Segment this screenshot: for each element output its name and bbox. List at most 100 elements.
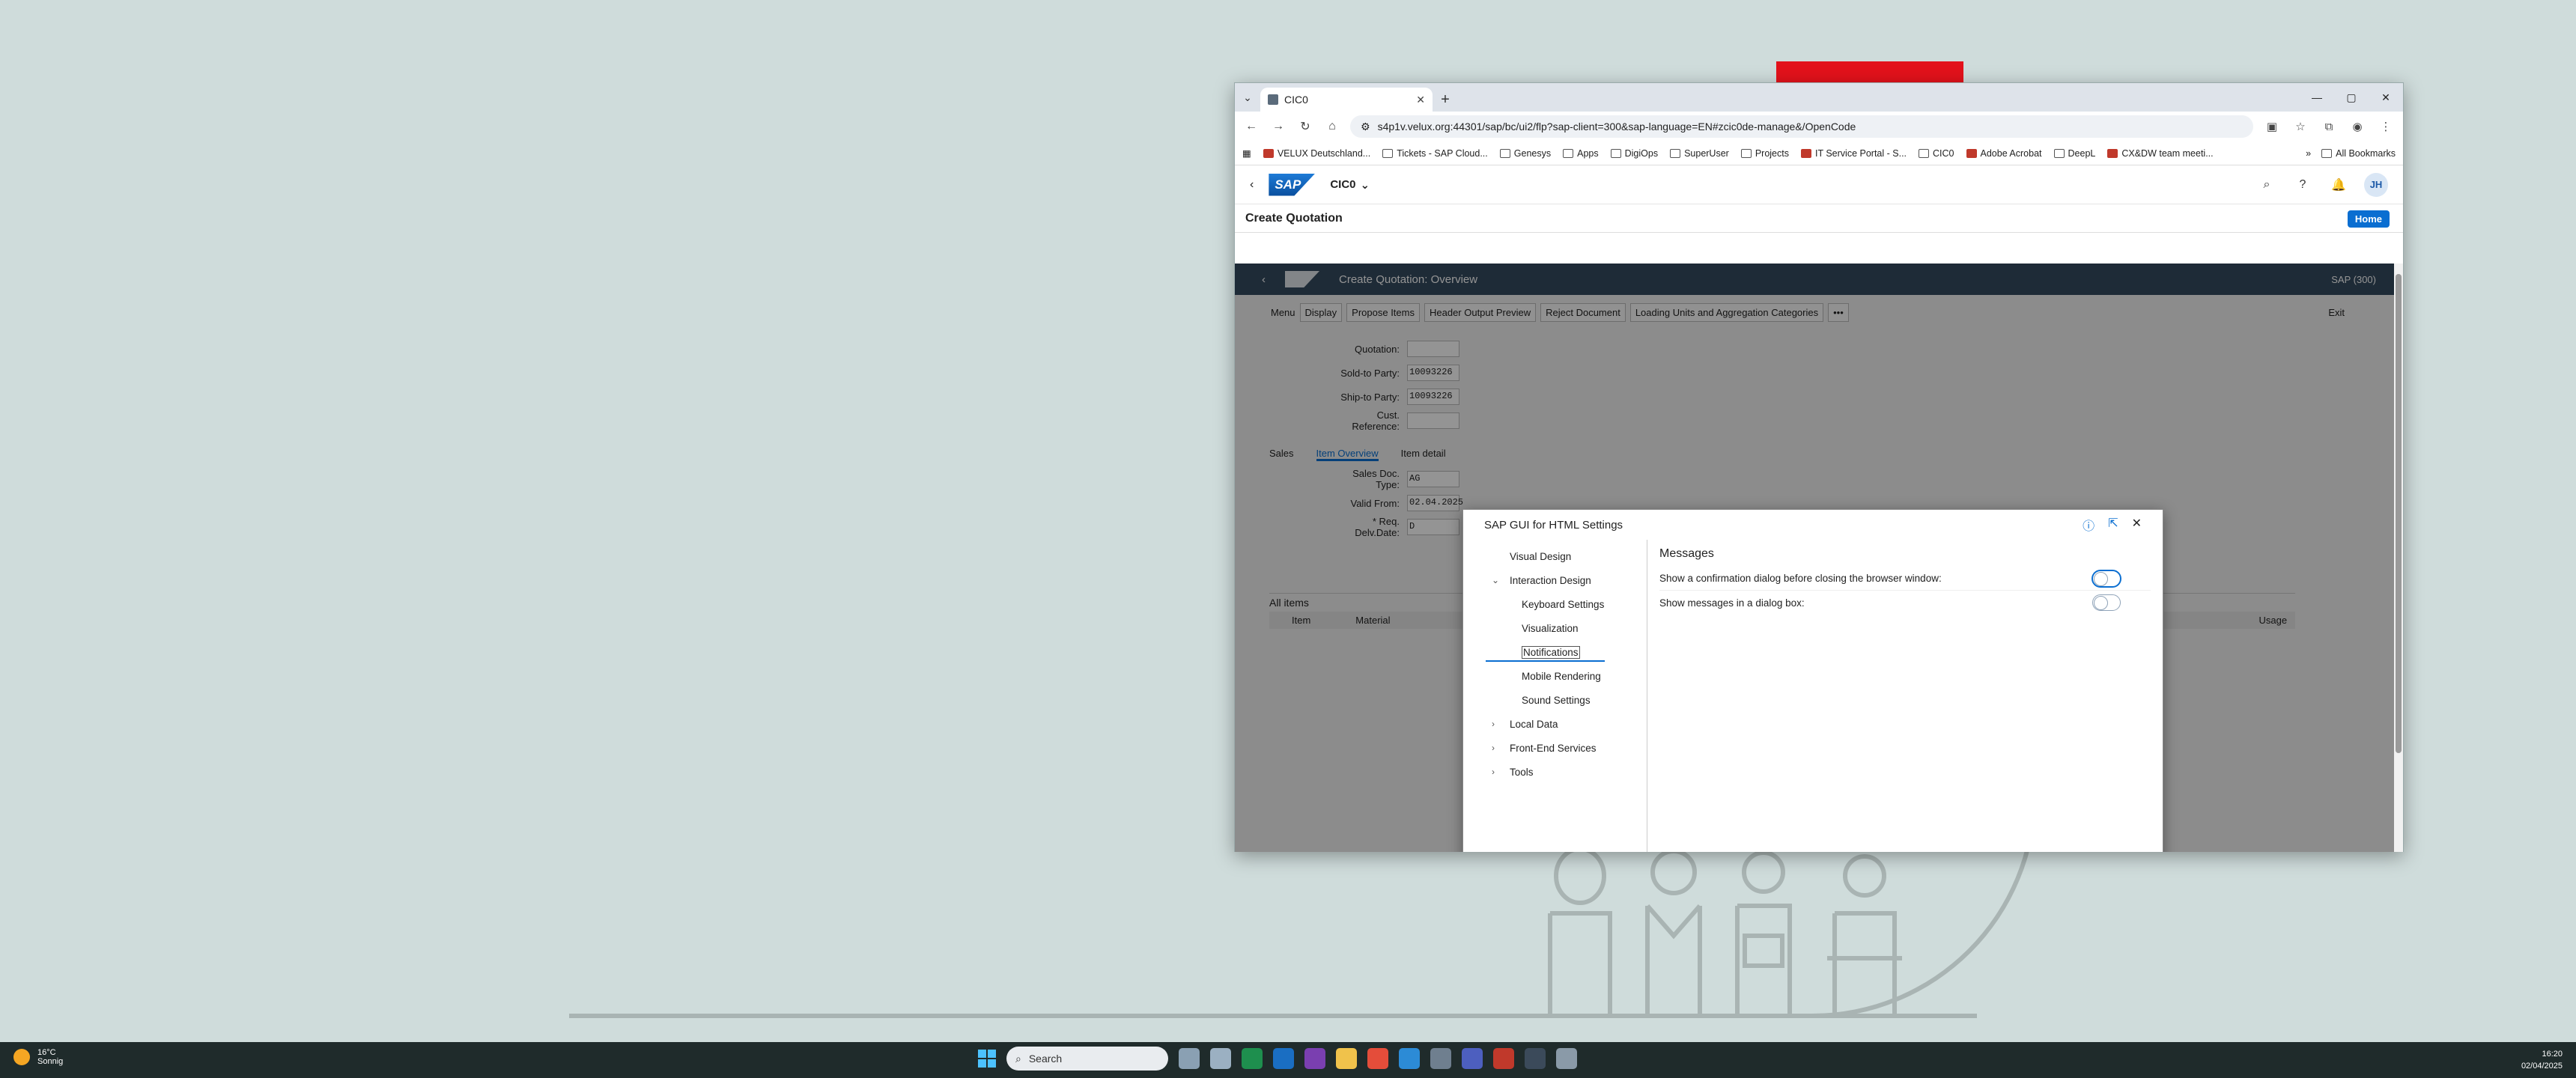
browser-tab[interactable]: CIC0 ✕ xyxy=(1260,88,1433,112)
scrollbar-thumb[interactable] xyxy=(2396,274,2402,753)
task-view-icon[interactable] xyxy=(1179,1048,1200,1069)
nav-interaction-design[interactable]: ⌄ Interaction Design xyxy=(1463,568,1647,592)
avatar[interactable]: JH xyxy=(2364,172,2388,197)
settings-dialog: SAP GUI for HTML Settings ⓘ ⇱ ✕ Visual D… xyxy=(1462,509,2163,852)
profile-icon[interactable]: ◉ xyxy=(2348,120,2367,133)
nav-front-end-services[interactable]: › Front-End Services xyxy=(1463,736,1647,760)
tab-bar: ⌄ CIC0 ✕ + — ▢ ✕ xyxy=(1235,83,2403,112)
tab-search-icon[interactable]: ⌄ xyxy=(1235,83,1260,112)
url-field[interactable]: ⚙ s4p1v.velux.org:44301/sap/bc/ui2/flp?s… xyxy=(1350,115,2253,138)
wallpaper-people-illustration xyxy=(1548,847,1902,1018)
app-icon[interactable] xyxy=(1210,1048,1231,1069)
app-title-menu[interactable]: CIC0 ⌄ xyxy=(1330,178,1370,192)
chevron-right-icon[interactable]: › xyxy=(1492,767,1495,777)
bookmark-icon xyxy=(1800,148,1811,158)
help-icon[interactable]: ? xyxy=(2292,178,2313,192)
sap-logo[interactable]: SAP xyxy=(1269,173,1316,196)
bookmark-folder[interactable]: SuperUser xyxy=(1670,148,1729,159)
bookmark-folder[interactable]: Genesys xyxy=(1499,148,1551,159)
bookmarks-bar: ▦ VELUX Deutschland... Tickets - SAP Clo… xyxy=(1235,141,2403,165)
folder-icon xyxy=(1740,148,1752,158)
extensions-icon[interactable]: ⧉ xyxy=(2319,121,2339,133)
app-icon[interactable] xyxy=(1430,1048,1451,1069)
nav-notifications[interactable]: Notifications xyxy=(1463,640,1647,664)
home-button[interactable]: Home xyxy=(2347,210,2390,228)
back-icon[interactable]: ← xyxy=(1242,120,1260,133)
window-controls: — ▢ ✕ xyxy=(2300,83,2403,112)
bookmark-item[interactable]: CX&DW team meeti... xyxy=(2107,148,2214,159)
nav-visualization[interactable]: Visualization xyxy=(1463,616,1647,640)
chrome-icon[interactable] xyxy=(1367,1048,1388,1069)
tab-title: CIC0 xyxy=(1284,94,1308,106)
bookmark-item[interactable]: Adobe Acrobat xyxy=(1966,148,2042,159)
notifications-bell-icon[interactable]: 🔔 xyxy=(2328,177,2349,192)
nav-visual-design[interactable]: Visual Design xyxy=(1463,544,1647,568)
folder-icon xyxy=(1670,148,1681,158)
weather-condition: Sonnig xyxy=(37,1057,64,1066)
weather-widget[interactable]: 16°C Sonnig xyxy=(13,1048,63,1066)
apps-grid-icon[interactable]: ▦ xyxy=(1242,147,1251,159)
bookmarks-right: » All Bookmarks xyxy=(2306,148,2396,159)
app-icon[interactable] xyxy=(1525,1048,1546,1069)
reload-icon[interactable]: ↻ xyxy=(1296,119,1314,134)
bookmark-item[interactable]: DeepL xyxy=(2053,148,2095,159)
site-info-icon[interactable]: ⚙ xyxy=(1361,121,1370,133)
nav-tools[interactable]: › Tools xyxy=(1463,760,1647,784)
chevron-right-icon[interactable]: › xyxy=(1492,719,1495,729)
bookmark-item[interactable]: VELUX Deutschland... xyxy=(1263,148,1370,159)
address-bar: ← → ↻ ⌂ ⚙ s4p1v.velux.org:44301/sap/bc/u… xyxy=(1235,112,2403,141)
page-scrollbar[interactable] xyxy=(2394,264,2403,852)
system-clock[interactable]: 16:20 02/04/2025 xyxy=(2521,1048,2563,1072)
close-tab-icon[interactable]: ✕ xyxy=(1416,94,1425,106)
chevron-down-icon[interactable]: ⌄ xyxy=(1492,575,1499,585)
nav-keyboard-settings[interactable]: Keyboard Settings xyxy=(1463,592,1647,616)
bookmark-folder[interactable]: DigiOps xyxy=(1610,148,1658,159)
new-tab-button[interactable]: + xyxy=(1433,88,1458,112)
maximize-icon[interactable]: ▢ xyxy=(2334,83,2369,112)
bookmark-icon xyxy=(1263,148,1274,158)
page-header: Create Quotation Home xyxy=(1235,204,2403,233)
section-title: Messages xyxy=(1659,547,1714,560)
nav-local-data[interactable]: › Local Data xyxy=(1463,712,1647,736)
menu-kebab-icon[interactable]: ⋮ xyxy=(2376,120,2396,133)
edge-icon[interactable] xyxy=(1399,1048,1420,1069)
help-icon[interactable]: ⓘ xyxy=(2083,516,2094,534)
taskbar-search[interactable]: ⌕ Search xyxy=(1006,1047,1168,1071)
sap-shell-bar: ‹ SAP CIC0 ⌄ ⌕ ? 🔔 JH xyxy=(1235,165,2403,204)
bookmark-star-icon[interactable]: ☆ xyxy=(2291,120,2310,133)
outlook-icon[interactable] xyxy=(1273,1048,1294,1069)
bookmark-item[interactable]: CIC0 xyxy=(1919,148,1954,159)
bookmark-icon xyxy=(2107,148,2118,158)
bookmark-folder[interactable]: Apps xyxy=(1563,148,1599,159)
file-explorer-icon[interactable] xyxy=(1336,1048,1357,1069)
onenote-icon[interactable] xyxy=(1304,1048,1325,1069)
shell-back-icon[interactable]: ‹ xyxy=(1250,178,1254,192)
nav-mobile-rendering[interactable]: Mobile Rendering xyxy=(1463,664,1647,688)
all-bookmarks-folder[interactable]: All Bookmarks xyxy=(2321,148,2396,159)
translate-icon[interactable]: ▣ xyxy=(2262,120,2282,133)
app-icon[interactable] xyxy=(1556,1048,1577,1069)
app-icon[interactable] xyxy=(1493,1048,1514,1069)
windows-start-icon[interactable] xyxy=(978,1050,996,1068)
close-icon[interactable]: ✕ xyxy=(2132,516,2142,534)
more-bookmarks-icon[interactable]: » xyxy=(2306,148,2311,159)
bookmark-icon xyxy=(1966,148,1977,158)
search-icon[interactable]: ⌕ xyxy=(2256,178,2277,192)
taskbar: 16°C Sonnig ⌕ Search 16:20 02/04/2025 xyxy=(0,1042,2576,1078)
excel-icon[interactable] xyxy=(1242,1048,1263,1069)
home-icon[interactable]: ⌂ xyxy=(1323,120,1341,133)
bookmark-folder[interactable]: Projects xyxy=(1740,148,1789,159)
bookmark-item[interactable]: Tickets - SAP Cloud... xyxy=(1382,148,1488,159)
minimize-icon[interactable]: — xyxy=(2300,83,2334,112)
open-new-window-icon[interactable]: ⇱ xyxy=(2108,516,2118,534)
weather-temp: 16°C xyxy=(37,1048,56,1057)
bookmark-item[interactable]: IT Service Portal - S... xyxy=(1800,148,1907,159)
teams-icon[interactable] xyxy=(1462,1048,1483,1069)
close-window-icon[interactable]: ✕ xyxy=(2369,83,2403,112)
clock-time: 16:20 xyxy=(2542,1050,2563,1059)
confirm-close-toggle[interactable] xyxy=(2092,570,2121,587)
forward-icon[interactable]: → xyxy=(1269,120,1287,133)
nav-sound-settings[interactable]: Sound Settings xyxy=(1463,688,1647,712)
chevron-right-icon[interactable]: › xyxy=(1492,743,1495,753)
messages-dialog-toggle[interactable] xyxy=(2092,594,2121,611)
